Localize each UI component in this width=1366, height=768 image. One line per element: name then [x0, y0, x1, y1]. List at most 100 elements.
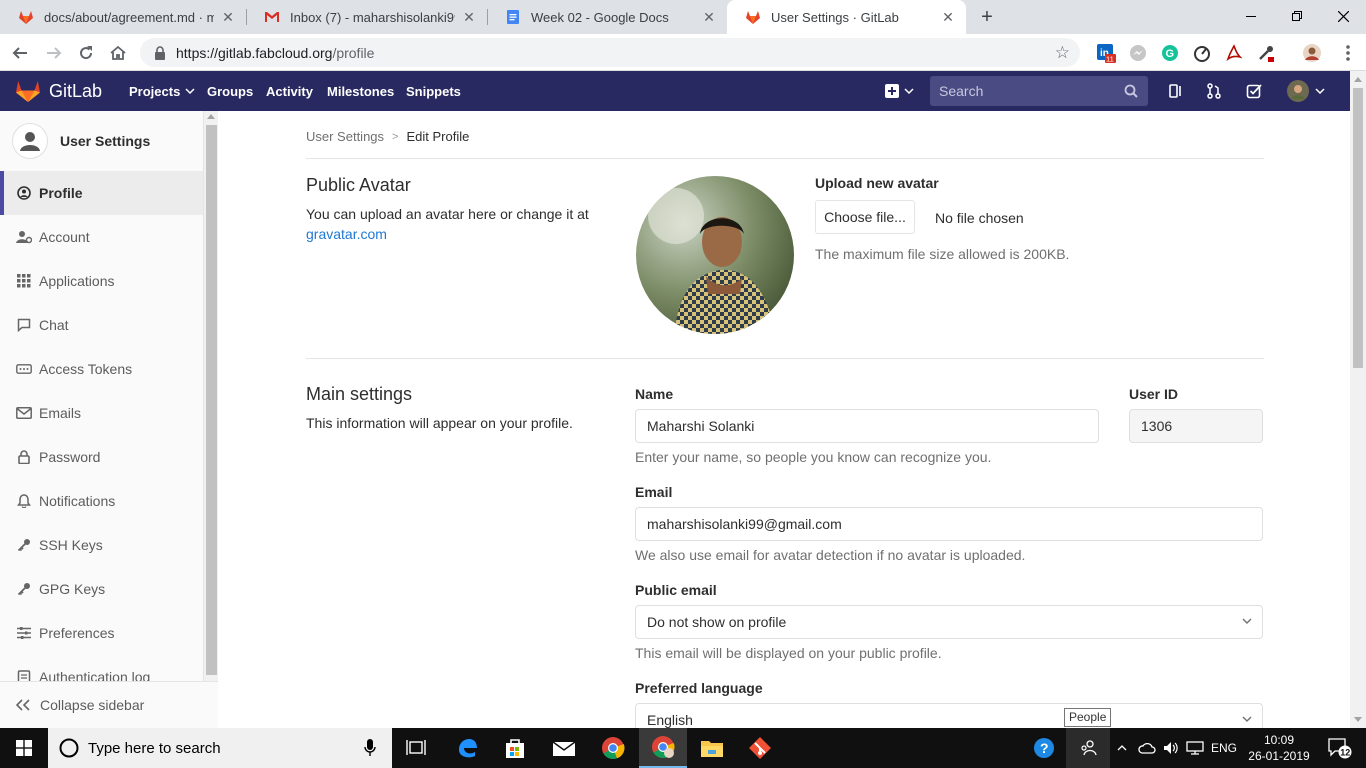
taskbar-search-input[interactable]: Type here to search — [48, 728, 392, 768]
browser-toolbar: https://gitlab.fabcloud.org/profile ☆ in… — [0, 34, 1366, 71]
browser-tab-agreement[interactable]: docs/about/agreement.md · mas ✕ — [0, 0, 246, 34]
sidebar-item-password[interactable]: Password — [0, 435, 203, 479]
messenger-extension-icon[interactable] — [1128, 43, 1148, 63]
chrome-app-button[interactable] — [589, 728, 637, 768]
sidebar-item-profile[interactable]: Profile — [0, 171, 203, 215]
sidebar-item-notifications[interactable]: Notifications — [0, 479, 203, 523]
chevron-down-icon — [903, 88, 914, 94]
network-tray-icon[interactable] — [1184, 728, 1206, 768]
nav-groups[interactable]: Groups — [207, 71, 253, 111]
bookmark-star-icon[interactable]: ☆ — [1055, 43, 1070, 63]
breadcrumb-current[interactable]: Edit Profile — [406, 129, 469, 144]
svg-text:G: G — [1166, 48, 1175, 60]
sidebar-context-header[interactable]: User Settings — [0, 111, 203, 171]
close-icon[interactable]: ✕ — [220, 9, 236, 26]
forward-button[interactable] — [42, 41, 66, 65]
home-button[interactable] — [106, 41, 130, 65]
mail-app-button[interactable] — [540, 728, 588, 768]
show-hidden-icons-button[interactable] — [1114, 728, 1130, 768]
browser-tab-docs[interactable]: Week 02 - Google Docs ✕ — [487, 0, 727, 34]
restore-button[interactable] — [1274, 0, 1320, 32]
chevron-down-icon — [185, 88, 195, 94]
breadcrumb-parent[interactable]: User Settings — [306, 129, 384, 144]
email-help: We also use email for avatar detection i… — [635, 547, 1026, 563]
microphone-icon[interactable] — [364, 739, 376, 757]
task-view-button[interactable] — [392, 728, 440, 768]
store-app-button[interactable] — [491, 728, 539, 768]
close-icon[interactable]: ✕ — [461, 9, 477, 26]
close-icon[interactable]: ✕ — [940, 9, 956, 26]
todos-button[interactable] — [1244, 81, 1264, 101]
nav-snippets[interactable]: Snippets — [406, 71, 461, 111]
mail-icon — [552, 741, 576, 756]
page-scrollbar[interactable] — [1350, 71, 1366, 728]
sidebar-scrollbar[interactable] — [204, 111, 218, 681]
scrollbar-thumb[interactable] — [1353, 88, 1363, 368]
help-tray-button[interactable]: ? — [1030, 728, 1058, 768]
gitlab-home-link[interactable]: GitLab — [15, 79, 102, 103]
public-email-select[interactable]: Do not show on profile — [635, 605, 1263, 639]
email-field[interactable]: maharshisolanki99@gmail.com — [635, 507, 1263, 541]
address-bar[interactable]: https://gitlab.fabcloud.org/profile ☆ — [140, 38, 1080, 67]
pdf-extension-icon[interactable] — [1224, 43, 1244, 63]
issues-button[interactable] — [1166, 81, 1186, 101]
scroll-up-arrow-icon[interactable] — [1354, 77, 1362, 82]
action-center-button[interactable]: 12 — [1320, 728, 1360, 768]
sidebar-item-chat[interactable]: Chat — [0, 303, 203, 347]
grammarly-extension-icon[interactable]: G — [1160, 43, 1180, 63]
name-field[interactable]: Maharshi Solanki — [635, 409, 1099, 443]
merge-requests-button[interactable] — [1204, 81, 1224, 101]
upload-avatar-label: Upload new avatar — [815, 175, 939, 191]
eyedropper-extension-icon[interactable] — [1256, 43, 1276, 63]
preferred-language-select[interactable]: English — [635, 703, 1263, 728]
people-icon — [1081, 740, 1097, 756]
search-icon — [1124, 84, 1138, 98]
reload-button[interactable] — [74, 41, 98, 65]
scroll-up-arrow-icon[interactable] — [207, 114, 215, 119]
nav-activity[interactable]: Activity — [266, 71, 313, 111]
people-tray-button[interactable] — [1066, 728, 1110, 768]
minimize-button[interactable] — [1228, 0, 1274, 32]
tab-title: Inbox (7) - maharshisolanki99@g — [290, 9, 455, 25]
back-button[interactable] — [8, 41, 32, 65]
edge-app-button[interactable] — [443, 728, 491, 768]
lock-icon — [155, 45, 165, 60]
search-input[interactable]: Search — [930, 76, 1148, 106]
sidebar-item-preferences[interactable]: Preferences — [0, 611, 203, 655]
sidebar-item-access-tokens[interactable]: Access Tokens — [0, 347, 203, 391]
profile-avatar-icon[interactable] — [1302, 43, 1322, 63]
name-label: Name — [635, 386, 674, 402]
browser-menu-button[interactable] — [1336, 41, 1360, 65]
sidebar-item-applications[interactable]: Applications — [0, 259, 203, 303]
scroll-down-arrow-icon[interactable] — [1354, 717, 1362, 722]
language-indicator[interactable]: ENG — [1208, 728, 1240, 768]
user-menu-dropdown[interactable] — [1285, 80, 1325, 102]
speedometer-extension-icon[interactable] — [1192, 43, 1212, 63]
sidebar-item-emails[interactable]: Emails — [0, 391, 203, 435]
choose-file-button[interactable]: Choose file... — [815, 200, 915, 234]
git-app-button[interactable] — [736, 728, 784, 768]
close-icon[interactable]: ✕ — [701, 9, 717, 26]
file-explorer-app-button[interactable] — [688, 728, 736, 768]
onedrive-tray-icon[interactable] — [1136, 728, 1158, 768]
linkedin-extension-icon[interactable]: in11 — [1096, 43, 1116, 63]
sidebar-item-account[interactable]: Account — [0, 215, 203, 259]
start-button[interactable] — [0, 728, 48, 768]
system-clock[interactable]: 10:09 26-01-2019 — [1240, 732, 1318, 764]
new-item-dropdown[interactable] — [882, 81, 916, 101]
browser-tab-inbox[interactable]: Inbox (7) - maharshisolanki99@g ✕ — [246, 0, 487, 34]
gravatar-link[interactable]: gravatar.com — [306, 226, 387, 242]
volume-tray-icon[interactable] — [1160, 728, 1182, 768]
sidebar-item-gpg-keys[interactable]: GPG Keys — [0, 567, 203, 611]
sidebar-item-ssh-keys[interactable]: SSH Keys — [0, 523, 203, 567]
scrollbar-thumb[interactable] — [206, 125, 217, 675]
nav-milestones[interactable]: Milestones — [327, 71, 394, 111]
name-help: Enter your name, so people you know can … — [635, 449, 992, 465]
chrome-profile-app-button[interactable] — [639, 728, 687, 768]
browser-tab-user-settings[interactable]: User Settings · GitLab ✕ — [727, 0, 966, 34]
people-tooltip: People — [1064, 708, 1112, 727]
nav-projects[interactable]: Projects — [129, 71, 195, 111]
collapse-sidebar-button[interactable]: Collapse sidebar — [0, 681, 218, 728]
close-window-button[interactable] — [1320, 0, 1366, 32]
new-tab-button[interactable]: + — [976, 6, 998, 28]
